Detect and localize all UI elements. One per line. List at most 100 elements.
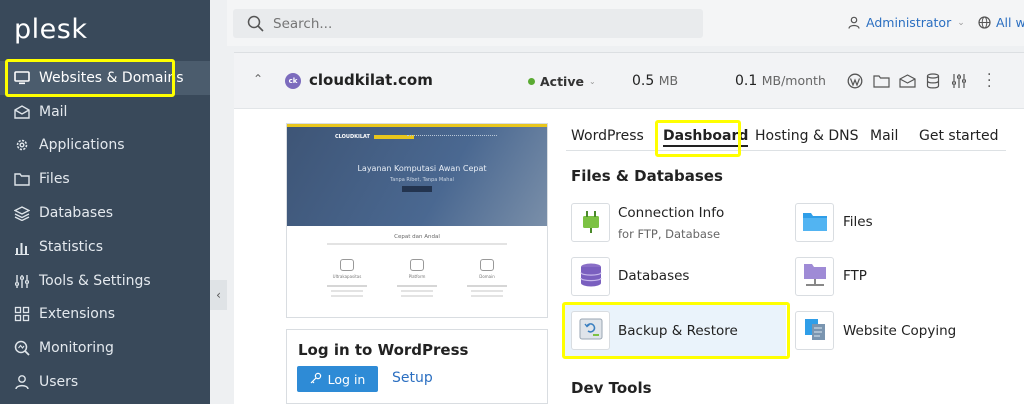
tabs-divider <box>566 150 1006 151</box>
search-input[interactable] <box>273 15 673 32</box>
folder-icon[interactable] <box>871 71 891 91</box>
traffic-value: 0.1 <box>735 73 758 89</box>
tab-hosting-dns[interactable]: Hosting & DNS <box>755 128 858 144</box>
ftp-label[interactable]: FTP <box>843 268 867 284</box>
folder-icon <box>13 170 31 188</box>
preview-feature: Domain <box>467 259 507 314</box>
traffic-usage: 0.1 MB/month <box>735 73 826 89</box>
collapse-chevron-icon[interactable]: ⌃ <box>253 72 263 86</box>
wordpress-setup-link[interactable]: Setup <box>392 370 433 386</box>
preview-brand: CLOUDKILAT <box>335 134 414 140</box>
user-name: Administrator <box>866 15 952 30</box>
bar-chart-icon <box>13 238 31 256</box>
domain-favicon-icon: ck <box>285 73 301 89</box>
database-icon <box>13 204 31 222</box>
connection-info-label[interactable]: Connection Info <box>618 205 724 221</box>
sidebar-item-label: Users <box>39 374 79 390</box>
preview-feature: Ultrakapasitas <box>327 259 367 314</box>
domain-quick-icons <box>845 71 969 91</box>
sidebar-item-mail[interactable]: Mail <box>0 95 210 129</box>
user-icon <box>848 16 860 29</box>
user-icon <box>13 373 31 391</box>
chevron-down-icon: ⌄ <box>957 17 965 28</box>
key-icon <box>310 372 322 387</box>
files-tile[interactable] <box>795 203 834 242</box>
sidebar-item-files[interactable]: Files <box>0 162 210 196</box>
database-icon <box>579 262 603 292</box>
highlight-dashboard-tab <box>655 120 741 157</box>
subscription-label: All we <box>996 15 1024 30</box>
databases-label[interactable]: Databases <box>618 268 689 284</box>
wordpress-icon[interactable] <box>845 71 865 91</box>
sidebar-item-users[interactable]: Users <box>0 365 210 399</box>
disk-usage-value: 0.5 <box>632 73 655 89</box>
domain-name[interactable]: cloudkilat.com <box>309 71 433 89</box>
search-box[interactable] <box>233 9 703 38</box>
sidebar-item-monitoring[interactable]: Monitoring <box>0 331 210 365</box>
more-options-icon[interactable]: · · · <box>987 68 991 94</box>
ftp-tile[interactable] <box>795 257 834 296</box>
highlight-websites-domains <box>5 59 175 97</box>
puzzle-icon <box>13 305 31 323</box>
tab-wordpress[interactable]: WordPress <box>571 128 644 144</box>
preview-hero-title: Layanan Komputasi Awan Cepat <box>357 164 487 173</box>
sidebar-item-label: Monitoring <box>39 340 114 356</box>
connection-info-sub: for FTP, Database <box>618 227 721 241</box>
sidebar-item-label: Tools & Settings <box>39 273 151 289</box>
highlight-backup-restore <box>562 302 790 359</box>
sidebar-item-label: Applications <box>39 137 125 153</box>
chevron-left-icon: ‹ <box>216 288 221 302</box>
databases-tile[interactable] <box>571 257 610 296</box>
database-icon[interactable] <box>923 71 943 91</box>
connection-info-tile[interactable] <box>571 203 610 242</box>
sidebar-item-label: Extensions <box>39 306 116 322</box>
files-label[interactable]: Files <box>843 214 873 230</box>
website-copying-label[interactable]: Website Copying <box>843 323 956 339</box>
domain-status[interactable]: Active ⌄ <box>528 74 596 89</box>
wordpress-login-button[interactable]: Log in <box>297 366 378 392</box>
preview-hero-subtitle: Tanpa Ribet, Tanpa Mahal <box>390 177 454 183</box>
sidebar-item-databases[interactable]: Databases <box>0 196 210 230</box>
sidebar-item-label: Statistics <box>39 239 103 255</box>
disk-usage-unit: MB <box>658 73 679 88</box>
mail-icon[interactable] <box>897 71 917 91</box>
status-label: Active <box>540 74 584 89</box>
sidebar-item-statistics[interactable]: Statistics <box>0 230 210 264</box>
sidebar-gutter <box>210 0 227 404</box>
mail-icon <box>13 103 31 121</box>
sidebar-item-applications[interactable]: Applications <box>0 128 210 162</box>
section-dev-tools: Dev Tools <box>571 379 652 397</box>
settings-sliders-icon[interactable] <box>949 71 969 91</box>
wordpress-login-title: Log in to WordPress <box>298 341 469 359</box>
tools-icon <box>13 272 31 290</box>
sidebar-item-label: Databases <box>39 205 114 221</box>
search-icon <box>247 15 265 33</box>
ftp-folder-icon <box>802 262 828 292</box>
subscription-selector[interactable]: All we <box>978 15 1024 30</box>
sidebar-item-extensions[interactable]: Extensions <box>0 297 210 331</box>
monitor-gauge-icon <box>13 339 31 357</box>
chevron-down-icon: ⌄ <box>588 77 596 86</box>
traffic-unit: MB/month <box>761 73 826 88</box>
tab-mail[interactable]: Mail <box>870 128 898 144</box>
status-dot-icon <box>528 78 535 85</box>
tab-get-started[interactable]: Get started <box>919 128 999 144</box>
sidebar-item-label: Mail <box>39 104 68 120</box>
globe-icon <box>978 16 991 29</box>
preview-hero: CLOUDKILAT Layanan Komputasi Awan Cepat … <box>287 124 547 226</box>
copy-icon <box>802 316 828 346</box>
preview-section-title: Cepat dan Andal <box>394 234 440 240</box>
user-menu[interactable]: Administrator ⌄ <box>848 15 965 30</box>
preview-feature: Platform <box>397 259 437 314</box>
website-copying-tile[interactable] <box>795 311 834 350</box>
section-files-databases: Files & Databases <box>571 167 723 185</box>
folder-icon <box>802 210 828 236</box>
website-preview[interactable]: CLOUDKILAT Layanan Komputasi Awan Cepat … <box>286 123 548 318</box>
gear-icon <box>13 136 31 154</box>
sidebar-item-label: Files <box>39 171 70 187</box>
disk-usage: 0.5 MB <box>632 73 678 89</box>
sidebar-item-tools-settings[interactable]: Tools & Settings <box>0 264 210 298</box>
plug-icon <box>578 208 604 238</box>
plesk-logo[interactable]: plesk <box>14 14 87 45</box>
sidebar-collapse-button[interactable]: ‹ <box>210 280 227 310</box>
